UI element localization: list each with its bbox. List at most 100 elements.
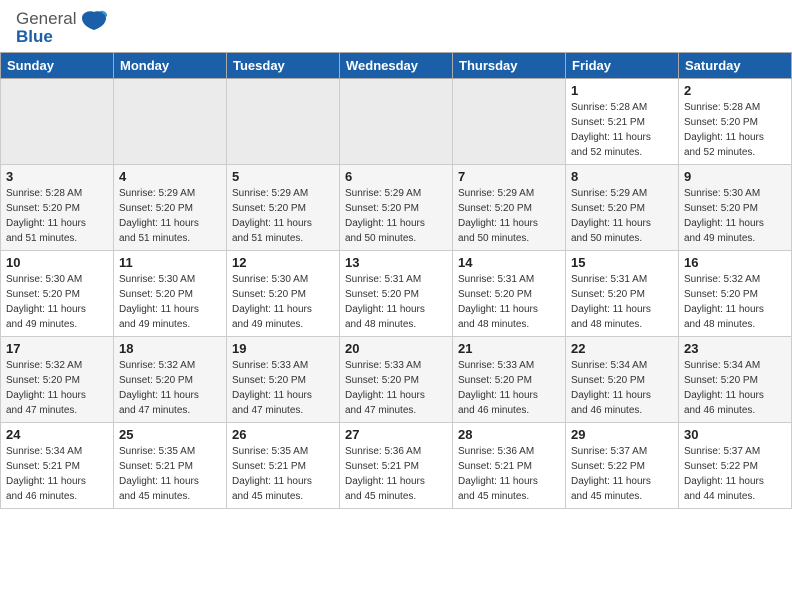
logo-bird-icon bbox=[80, 10, 108, 41]
day-info: Sunrise: 5:30 AM Sunset: 5:20 PM Dayligh… bbox=[119, 272, 221, 332]
calendar-cell: 9Sunrise: 5:30 AM Sunset: 5:20 PM Daylig… bbox=[679, 165, 792, 251]
day-info: Sunrise: 5:29 AM Sunset: 5:20 PM Dayligh… bbox=[345, 186, 447, 246]
day-info: Sunrise: 5:30 AM Sunset: 5:20 PM Dayligh… bbox=[6, 272, 108, 332]
day-info: Sunrise: 5:29 AM Sunset: 5:20 PM Dayligh… bbox=[458, 186, 560, 246]
day-info: Sunrise: 5:36 AM Sunset: 5:21 PM Dayligh… bbox=[458, 444, 560, 504]
calendar-cell: 11 Sunrise: 5:30 AM Sunset: 5:20 PM Dayli… bbox=[114, 251, 227, 337]
day-number: 11 bbox=[119, 255, 221, 270]
day-number: 13 bbox=[345, 255, 447, 270]
day-info: Sunrise: 5:28 AM Sunset: 5:21 PM Dayligh… bbox=[571, 100, 673, 160]
weekday-header-tuesday: Tuesday bbox=[227, 53, 340, 79]
day-info: Sunrise: 5:29 AM Sunset: 5:20 PM Dayligh… bbox=[571, 186, 673, 246]
day-number: 27 bbox=[345, 427, 447, 442]
day-info: Sunrise: 5:34 AM Sunset: 5:21 PM Dayligh… bbox=[6, 444, 108, 504]
calendar-cell: 26 Sunrise: 5:35 AM Sunset: 5:21 PM Dayli… bbox=[227, 423, 340, 509]
day-info: Sunrise: 5:31 AM Sunset: 5:20 PM Dayligh… bbox=[458, 272, 560, 332]
calendar-cell: 12 Sunrise: 5:30 AM Sunset: 5:20 PM Dayli… bbox=[227, 251, 340, 337]
calendar-cell: 25 Sunrise: 5:35 AM Sunset: 5:21 PM Dayli… bbox=[114, 423, 227, 509]
weekday-header-saturday: Saturday bbox=[679, 53, 792, 79]
calendar-cell bbox=[453, 79, 566, 165]
day-info: Sunrise: 5:31 AM Sunset: 5:20 PM Dayligh… bbox=[571, 272, 673, 332]
weekday-header-wednesday: Wednesday bbox=[340, 53, 453, 79]
calendar-cell: 23Sunrise: 5:34 AM Sunset: 5:20 PM Dayli… bbox=[679, 337, 792, 423]
calendar-cell: 16 Sunrise: 5:32 AM Sunset: 5:20 PM Dayli… bbox=[679, 251, 792, 337]
calendar-cell: 20 Sunrise: 5:33 AM Sunset: 5:20 PM Dayli… bbox=[340, 337, 453, 423]
day-number: 23 bbox=[684, 341, 786, 356]
day-number: 2 bbox=[684, 83, 786, 98]
day-number: 28 bbox=[458, 427, 560, 442]
day-info: Sunrise: 5:30 AM Sunset: 5:20 PM Dayligh… bbox=[232, 272, 334, 332]
calendar-cell: 30 Sunrise: 5:37 AM Sunset: 5:22 PM Dayli… bbox=[679, 423, 792, 509]
calendar-cell: 5 Sunrise: 5:29 AM Sunset: 5:20 PM Daylig… bbox=[227, 165, 340, 251]
logo-blue-text: Blue bbox=[16, 27, 53, 46]
day-info: Sunrise: 5:35 AM Sunset: 5:21 PM Dayligh… bbox=[232, 444, 334, 504]
day-number: 14 bbox=[458, 255, 560, 270]
calendar-cell bbox=[1, 79, 114, 165]
day-info: Sunrise: 5:36 AM Sunset: 5:21 PM Dayligh… bbox=[345, 444, 447, 504]
day-info: Sunrise: 5:35 AM Sunset: 5:21 PM Dayligh… bbox=[119, 444, 221, 504]
day-info: Sunrise: 5:32 AM Sunset: 5:20 PM Dayligh… bbox=[119, 358, 221, 418]
day-number: 7 bbox=[458, 169, 560, 184]
day-number: 4 bbox=[119, 169, 221, 184]
day-number: 21 bbox=[458, 341, 560, 356]
calendar-cell: 6 Sunrise: 5:29 AM Sunset: 5:20 PM Daylig… bbox=[340, 165, 453, 251]
calendar-cell: 7 Sunrise: 5:29 AM Sunset: 5:20 PM Daylig… bbox=[453, 165, 566, 251]
day-number: 29 bbox=[571, 427, 673, 442]
calendar-cell bbox=[340, 79, 453, 165]
calendar-cell: 10 Sunrise: 5:30 AM Sunset: 5:20 PM Dayli… bbox=[1, 251, 114, 337]
day-info: Sunrise: 5:37 AM Sunset: 5:22 PM Dayligh… bbox=[684, 444, 786, 504]
calendar-cell: 18 Sunrise: 5:32 AM Sunset: 5:20 PM Dayli… bbox=[114, 337, 227, 423]
day-info: Sunrise: 5:32 AM Sunset: 5:20 PM Dayligh… bbox=[6, 358, 108, 418]
day-info: Sunrise: 5:28 AM Sunset: 5:20 PM Dayligh… bbox=[6, 186, 108, 246]
day-number: 17 bbox=[6, 341, 108, 356]
day-number: 10 bbox=[6, 255, 108, 270]
day-number: 25 bbox=[119, 427, 221, 442]
day-info: Sunrise: 5:33 AM Sunset: 5:20 PM Dayligh… bbox=[232, 358, 334, 418]
day-info: Sunrise: 5:29 AM Sunset: 5:20 PM Dayligh… bbox=[119, 186, 221, 246]
calendar-cell: 28 Sunrise: 5:36 AM Sunset: 5:21 PM Dayli… bbox=[453, 423, 566, 509]
day-number: 22 bbox=[571, 341, 673, 356]
calendar-cell bbox=[114, 79, 227, 165]
day-number: 20 bbox=[345, 341, 447, 356]
day-number: 5 bbox=[232, 169, 334, 184]
calendar-cell: 19 Sunrise: 5:33 AM Sunset: 5:20 PM Dayli… bbox=[227, 337, 340, 423]
day-number: 6 bbox=[345, 169, 447, 184]
day-info: Sunrise: 5:29 AM Sunset: 5:20 PM Dayligh… bbox=[232, 186, 334, 246]
day-info: Sunrise: 5:33 AM Sunset: 5:20 PM Dayligh… bbox=[458, 358, 560, 418]
weekday-header-thursday: Thursday bbox=[453, 53, 566, 79]
day-info: Sunrise: 5:32 AM Sunset: 5:20 PM Dayligh… bbox=[684, 272, 786, 332]
day-number: 12 bbox=[232, 255, 334, 270]
day-number: 15 bbox=[571, 255, 673, 270]
weekday-header-friday: Friday bbox=[566, 53, 679, 79]
calendar-cell: 14 Sunrise: 5:31 AM Sunset: 5:20 PM Dayli… bbox=[453, 251, 566, 337]
calendar-cell: 17 Sunrise: 5:32 AM Sunset: 5:20 PM Dayli… bbox=[1, 337, 114, 423]
calendar-table: SundayMondayTuesdayWednesdayThursdayFrid… bbox=[0, 52, 792, 509]
day-number: 24 bbox=[6, 427, 108, 442]
calendar-cell bbox=[227, 79, 340, 165]
day-info: Sunrise: 5:33 AM Sunset: 5:20 PM Dayligh… bbox=[345, 358, 447, 418]
day-number: 30 bbox=[684, 427, 786, 442]
calendar-cell: 21 Sunrise: 5:33 AM Sunset: 5:20 PM Dayli… bbox=[453, 337, 566, 423]
weekday-header-monday: Monday bbox=[114, 53, 227, 79]
day-number: 26 bbox=[232, 427, 334, 442]
day-info: Sunrise: 5:37 AM Sunset: 5:22 PM Dayligh… bbox=[571, 444, 673, 504]
calendar-cell: 29 Sunrise: 5:37 AM Sunset: 5:22 PM Dayli… bbox=[566, 423, 679, 509]
calendar-cell: 24 Sunrise: 5:34 AM Sunset: 5:21 PM Dayli… bbox=[1, 423, 114, 509]
calendar-cell: 3 Sunrise: 5:28 AM Sunset: 5:20 PM Daylig… bbox=[1, 165, 114, 251]
calendar-cell: 4 Sunrise: 5:29 AM Sunset: 5:20 PM Daylig… bbox=[114, 165, 227, 251]
weekday-header-sunday: Sunday bbox=[1, 53, 114, 79]
day-number: 3 bbox=[6, 169, 108, 184]
logo: General Blue bbox=[16, 10, 108, 46]
calendar-cell: 2Sunrise: 5:28 AM Sunset: 5:20 PM Daylig… bbox=[679, 79, 792, 165]
calendar-cell: 22 Sunrise: 5:34 AM Sunset: 5:20 PM Dayli… bbox=[566, 337, 679, 423]
day-number: 16 bbox=[684, 255, 786, 270]
day-number: 1 bbox=[571, 83, 673, 98]
day-info: Sunrise: 5:30 AM Sunset: 5:20 PM Dayligh… bbox=[684, 186, 786, 246]
logo-general-text: General bbox=[16, 9, 76, 28]
calendar-cell: 1 Sunrise: 5:28 AM Sunset: 5:21 PM Daylig… bbox=[566, 79, 679, 165]
day-info: Sunrise: 5:31 AM Sunset: 5:20 PM Dayligh… bbox=[345, 272, 447, 332]
day-number: 19 bbox=[232, 341, 334, 356]
calendar-cell: 27 Sunrise: 5:36 AM Sunset: 5:21 PM Dayli… bbox=[340, 423, 453, 509]
day-info: Sunrise: 5:34 AM Sunset: 5:20 PM Dayligh… bbox=[571, 358, 673, 418]
day-number: 18 bbox=[119, 341, 221, 356]
